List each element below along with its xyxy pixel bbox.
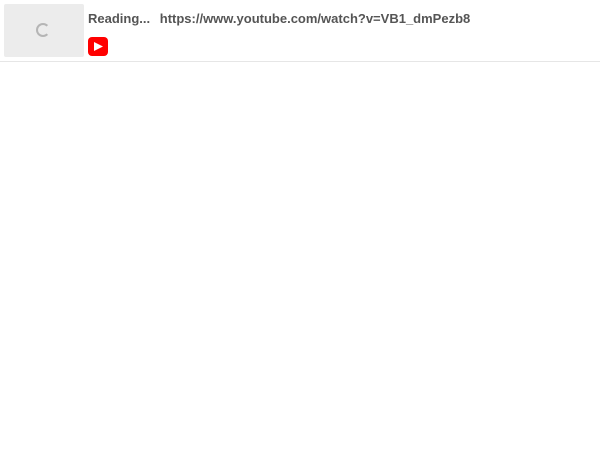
reading-status: Reading... [88,11,151,26]
play-icon [94,42,103,51]
youtube-icon[interactable] [88,37,108,56]
preview-status-line: Reading... https://www.youtube.com/watch… [88,11,470,26]
loading-spinner-icon [36,23,50,37]
preview-url[interactable]: https://www.youtube.com/watch?v=VB1_dmPe… [160,11,471,26]
link-preview-card[interactable]: Reading... https://www.youtube.com/watch… [0,0,600,62]
thumbnail-placeholder [4,4,84,57]
